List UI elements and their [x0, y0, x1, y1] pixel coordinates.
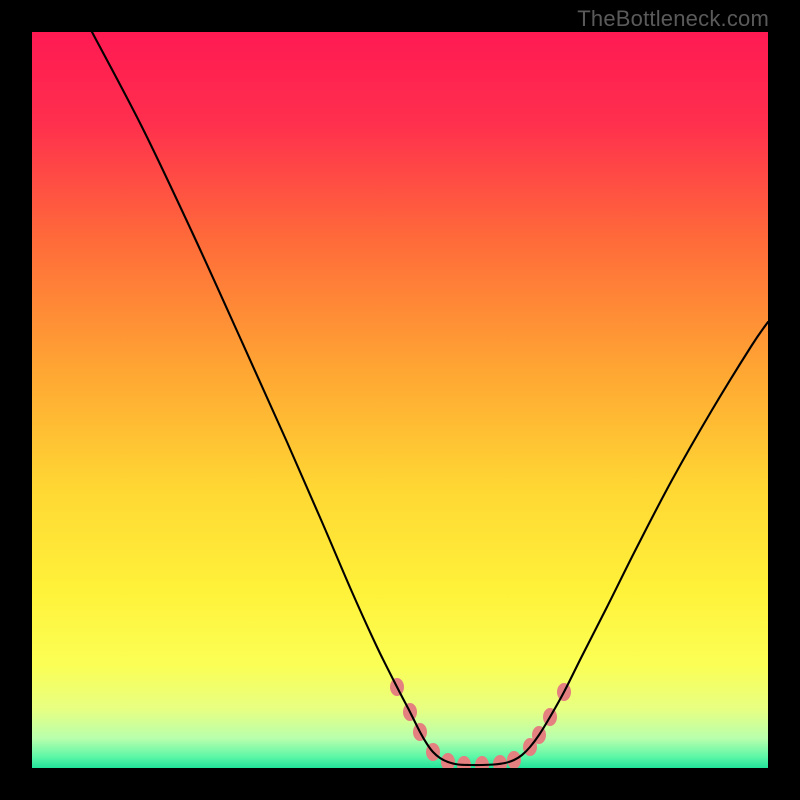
watermark-text: TheBottleneck.com	[577, 6, 769, 32]
bottleneck-curve	[92, 32, 768, 765]
marker-dot	[457, 756, 471, 768]
chart-svg	[32, 32, 768, 768]
plot-area	[32, 32, 768, 768]
markers-group	[390, 678, 571, 768]
marker-dot	[475, 756, 489, 768]
marker-dot	[493, 755, 507, 768]
outer-frame: TheBottleneck.com	[0, 0, 800, 800]
